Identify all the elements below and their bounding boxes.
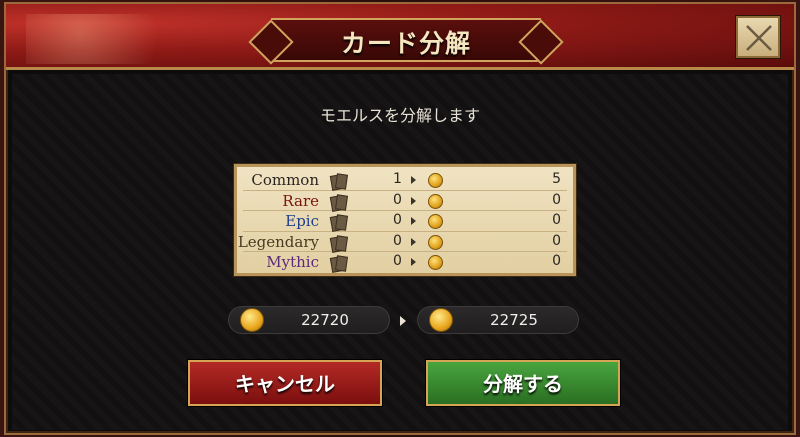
arrow-right-icon [411, 217, 416, 225]
title-plate: カード分解 [271, 18, 541, 62]
coin-icon [428, 255, 443, 270]
card-count: 0 [393, 191, 402, 208]
table-row: Mythic 0 0 [243, 252, 567, 273]
rarity-label: Mythic [266, 253, 319, 271]
card-icon [330, 235, 346, 251]
coin-result: 0 [552, 191, 561, 208]
card-count: 0 [393, 253, 402, 269]
coin-result: 0 [552, 232, 561, 249]
card-icon [330, 255, 346, 271]
dialog-body: モエルスを分解します Common 1 5 Rare 0 0 Epic 0 0 … [12, 74, 788, 430]
current-coins-value: 22720 [301, 311, 349, 329]
rarity-label: Rare [282, 191, 319, 210]
cancel-button[interactable]: キャンセル [188, 360, 382, 406]
coin-icon [240, 308, 264, 332]
table-row: Legendary 0 0 [238, 232, 567, 252]
resulting-coins-value: 22725 [490, 311, 538, 329]
dialog-header: カード分解 [6, 4, 794, 70]
coin-icon [428, 193, 443, 209]
arrow-right-icon [411, 258, 416, 266]
card-icon [330, 194, 346, 210]
card-icon [330, 214, 346, 230]
table-row: Epic 0 0 [243, 211, 567, 232]
close-button[interactable] [736, 16, 780, 58]
arrow-right-icon [400, 316, 406, 326]
card-count: 0 [393, 212, 402, 228]
coin-result: 5 [552, 171, 561, 187]
arrow-right-icon [411, 176, 416, 184]
resulting-coins: 22725 [417, 306, 579, 334]
card-icon [330, 173, 346, 189]
close-icon [746, 25, 772, 51]
arrow-right-icon [411, 196, 416, 205]
current-coins: 22720 [228, 306, 390, 334]
card-dismantle-dialog: カード分解 モエルスを分解します Common 1 5 Rare 0 0 Epi… [4, 2, 796, 435]
coin-result: 0 [552, 212, 561, 228]
dialog-title: カード分解 [340, 29, 471, 58]
coin-icon [428, 234, 443, 250]
arrow-right-icon [411, 237, 416, 246]
card-count: 1 [393, 171, 402, 187]
table-row: Common 1 5 [243, 170, 567, 191]
header-decoration [26, 14, 206, 64]
dialog-subtitle: モエルスを分解します [319, 106, 480, 125]
rarity-label: Epic [285, 212, 319, 230]
rarity-label: Common [251, 171, 319, 189]
coin-result: 0 [552, 253, 561, 269]
coin-icon [429, 308, 453, 332]
table-row: Rare 0 0 [243, 191, 567, 211]
rarity-label: Legendary [237, 232, 319, 251]
card-count: 0 [393, 232, 402, 249]
dismantle-table: Common 1 5 Rare 0 0 Epic 0 0 Legendary 0… [234, 164, 576, 276]
coin-icon [428, 214, 443, 229]
dismantle-button[interactable]: 分解する [426, 360, 620, 406]
coin-icon [428, 173, 443, 188]
